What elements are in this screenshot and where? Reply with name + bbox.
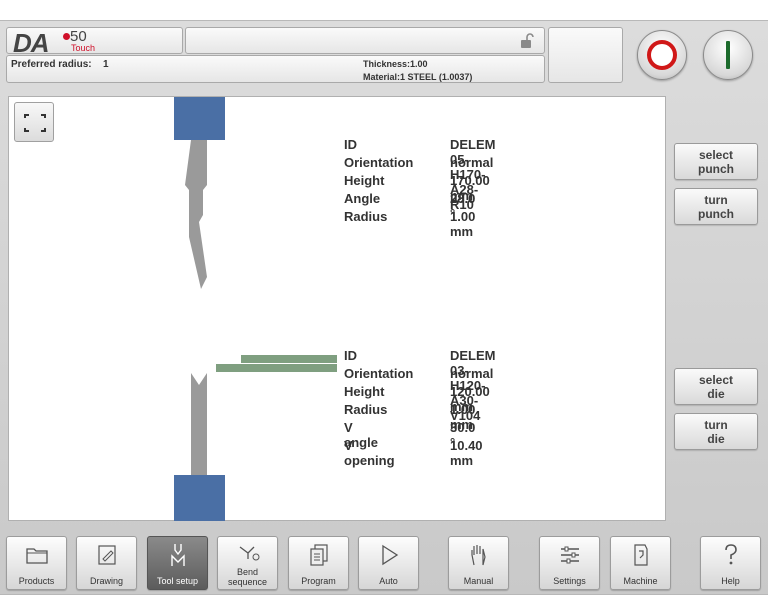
die-label-3: Radius: [344, 402, 388, 417]
folder-icon: [26, 548, 48, 564]
stop-icon: [647, 40, 677, 70]
turn-punch-line2: punch: [698, 206, 734, 221]
nav-label-manual: Manual: [463, 576, 494, 586]
die-label-0: ID: [344, 348, 357, 363]
nav-label-machine: Machine: [623, 576, 658, 586]
bend-sequence-icon: [239, 546, 260, 561]
thickness-value: Thickness:1.00: [363, 59, 428, 69]
start-button[interactable]: [703, 30, 753, 80]
preferred-radius-label: Preferred radius:: [11, 59, 92, 70]
nav-drawing[interactable]: Drawing: [76, 536, 137, 590]
help-icon: [725, 544, 737, 565]
nav-label-bend-sequence: Bend sequence: [227, 567, 268, 587]
nav-label-program: Program: [301, 576, 336, 586]
turn-die-button[interactable]: turn die: [674, 413, 758, 450]
turn-punch-line1: turn: [704, 192, 728, 207]
info-bar: Preferred radius: 1 Thickness:1.00 Mater…: [6, 55, 545, 83]
select-punch-button[interactable]: select punch: [674, 143, 758, 180]
punch-label-1: Orientation: [344, 155, 414, 170]
die-value-5: 10.40 mm: [450, 438, 483, 468]
logo-edition: Touch: [71, 43, 96, 53]
nav-help[interactable]: Help: [700, 536, 761, 590]
unlock-icon[interactable]: [520, 33, 534, 49]
die-body: [191, 373, 207, 475]
logo-dot: [63, 33, 70, 40]
select-die-line2: die: [707, 386, 725, 401]
nav-auto[interactable]: Auto: [358, 536, 419, 590]
turn-die-line2: die: [707, 431, 725, 446]
punch-value-1: normal: [450, 155, 494, 170]
tool-drawing: [174, 97, 337, 521]
nav-label-products: Products: [18, 576, 55, 586]
turn-punch-button[interactable]: turn punch: [674, 188, 758, 225]
punch-label-4: Radius: [344, 209, 388, 224]
nav-tool-setup[interactable]: Tool setup: [147, 536, 208, 590]
nav-label-settings: Settings: [553, 576, 586, 586]
nav-label-drawing: Drawing: [89, 576, 123, 586]
start-icon: [726, 41, 730, 69]
select-punch-line2: punch: [698, 161, 734, 176]
pencil-icon: [98, 545, 116, 565]
play-icon: [382, 544, 399, 566]
nav-label-help: Help: [721, 576, 740, 586]
settings-list-icon: [561, 546, 579, 564]
select-punch-line1: select: [698, 147, 734, 162]
tool-setup-icon: [171, 544, 185, 566]
sheet-top: [241, 355, 337, 363]
status-box: [548, 27, 623, 83]
program-icon: [310, 544, 328, 566]
die-label-5: V opening: [344, 438, 395, 468]
turn-die-line1: turn: [704, 417, 728, 432]
die-holder: [174, 475, 225, 521]
hand-icon: [471, 545, 486, 566]
app-frame: DA 50 Touch Preferred radius: 1 Thicknes…: [0, 20, 768, 595]
nav-products[interactable]: Products: [6, 536, 67, 590]
punch-label-0: ID: [344, 137, 357, 152]
logo-box: DA 50 Touch: [6, 27, 183, 58]
select-die-button[interactable]: select die: [674, 368, 758, 405]
message-bar: [185, 27, 545, 54]
nav-program[interactable]: Program: [288, 536, 349, 590]
stop-button[interactable]: [637, 30, 687, 80]
punch-label-2: Height: [344, 173, 385, 188]
nav-label-auto: Auto: [379, 576, 398, 586]
nav-settings[interactable]: Settings: [539, 536, 600, 590]
nav-machine[interactable]: Machine: [610, 536, 671, 590]
sheet-bottom: [216, 364, 337, 372]
select-die-line1: select: [698, 372, 734, 387]
nav-manual[interactable]: Manual: [448, 536, 509, 590]
punch-body: [185, 140, 207, 289]
tool-view-panel: ID DELEM 05-H170-A28-R10 Orientation norma…: [8, 96, 666, 521]
die-value-1: normal: [450, 366, 494, 381]
die-label-1: Orientation: [344, 366, 414, 381]
punch-holder: [174, 97, 225, 140]
nav-label-tool-setup: Tool setup: [156, 576, 199, 586]
machine-icon: [634, 544, 648, 566]
nav-bend-sequence[interactable]: Bend sequence: [217, 536, 278, 590]
punch-value-4: 1.00 mm: [450, 209, 476, 239]
preferred-radius-value: 1: [103, 59, 109, 70]
material-value: Material:1 STEEL (1.0037): [363, 72, 473, 82]
punch-label-3: Angle: [344, 191, 381, 206]
die-label-2: Height: [344, 384, 385, 399]
